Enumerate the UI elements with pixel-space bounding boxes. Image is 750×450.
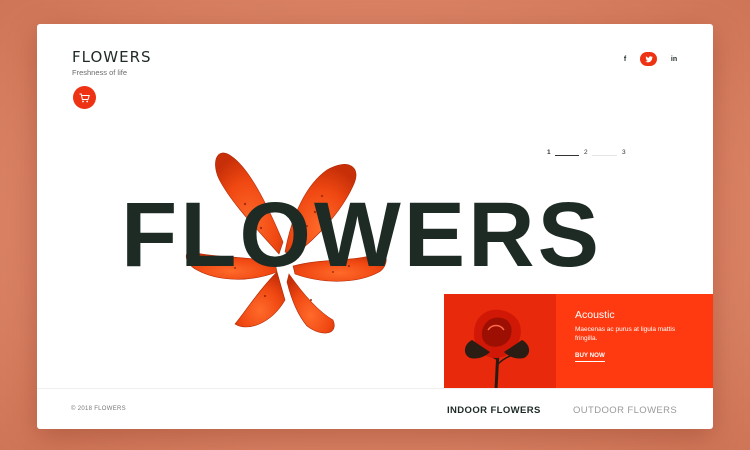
page-card: FLOWERS Freshness of life f in 1 2 3 FLO… xyxy=(37,24,713,429)
pager-item-2[interactable]: 2 xyxy=(584,149,588,156)
twitter-icon[interactable] xyxy=(640,52,657,66)
copyright-text: © 2018 FLOWERS xyxy=(71,406,126,412)
promo-card: Acoustic Maecenas ac purus at ligula mat… xyxy=(444,294,713,388)
brand-logo[interactable]: FLOWERS Freshness of life xyxy=(72,48,152,77)
slide-pager: 1 2 3 xyxy=(547,149,637,161)
pager-active-line xyxy=(555,155,579,156)
brand-tagline: Freshness of life xyxy=(72,68,128,77)
promo-description: Maecenas ac purus at ligula mattis fring… xyxy=(575,326,676,342)
cart-icon xyxy=(79,93,90,102)
rose-image xyxy=(444,294,556,388)
hero-wordmark: FLOWERS xyxy=(121,184,602,284)
pager-item-1[interactable]: 1 xyxy=(547,149,551,156)
pager-line xyxy=(592,155,617,156)
footer-divider xyxy=(37,388,713,389)
linkedin-icon[interactable]: in xyxy=(667,51,681,67)
tab-indoor-flowers[interactable]: INDOOR FLOWERS xyxy=(447,405,541,416)
facebook-icon[interactable]: f xyxy=(619,51,631,67)
hero-word: FLOWERS xyxy=(121,184,602,284)
twitter-bird-icon xyxy=(644,55,653,62)
brand-title: FLOWERS xyxy=(72,48,152,66)
tab-outdoor-flowers[interactable]: OUTDOOR FLOWERS xyxy=(573,405,677,416)
rose-illustration xyxy=(444,294,556,388)
pager-item-3[interactable]: 3 xyxy=(622,149,626,156)
promo-title: Acoustic xyxy=(575,309,615,321)
buy-now-button[interactable]: BUY NOW xyxy=(575,352,605,362)
cart-button[interactable] xyxy=(73,86,96,109)
